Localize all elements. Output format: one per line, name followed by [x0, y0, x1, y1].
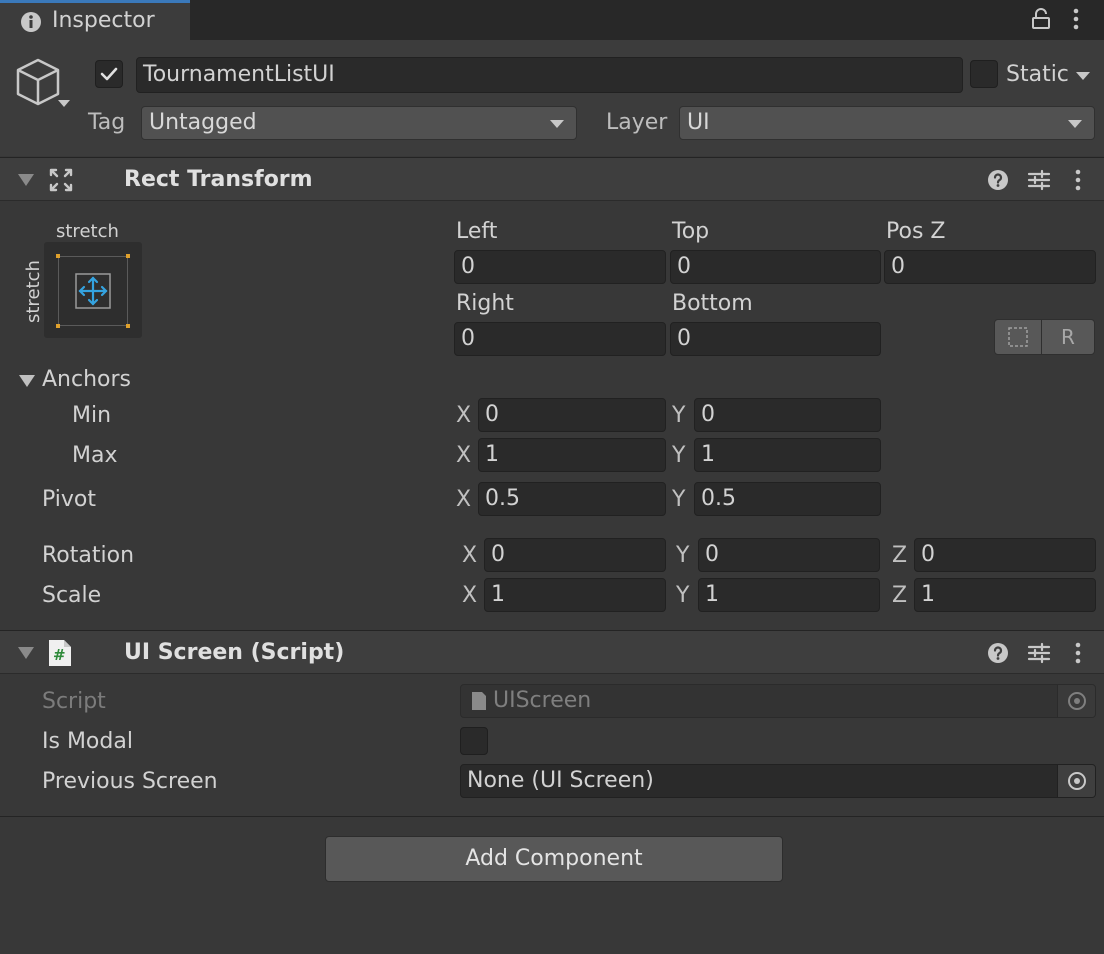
- scale-y-input[interactable]: 1: [698, 578, 880, 612]
- scale-label: Scale: [42, 583, 102, 608]
- anchors-label[interactable]: Anchors: [42, 365, 131, 395]
- script-value: UIScreen: [493, 688, 592, 713]
- script-file-icon: #: [49, 640, 71, 666]
- tab-inspector[interactable]: Inspector: [0, 0, 190, 40]
- presets-icon[interactable]: [1027, 169, 1051, 191]
- layer-value: UI: [687, 110, 710, 135]
- svg-text:#: #: [53, 646, 66, 664]
- more-icon[interactable]: [1072, 7, 1080, 31]
- lock-icon[interactable]: [1031, 8, 1051, 30]
- anchor-min-y-input[interactable]: 0: [694, 398, 881, 432]
- ui-screen-title: UI Screen (Script): [124, 640, 345, 665]
- static-dropdown[interactable]: Static: [1006, 60, 1069, 90]
- rotation-x-input[interactable]: 0: [484, 538, 666, 572]
- scale-z-label: Z: [892, 583, 908, 608]
- help-icon[interactable]: [987, 169, 1009, 191]
- chevron-down-icon: [550, 120, 564, 128]
- previous-screen-value: None (UI Screen): [467, 768, 654, 793]
- rect-transform-header[interactable]: Rect Transform: [0, 157, 1104, 201]
- object-picker-icon: [1068, 692, 1086, 710]
- rotation-label: Rotation: [42, 543, 135, 568]
- foldout-arrow-icon[interactable]: [18, 647, 34, 659]
- rotation-z-label: Z: [892, 543, 908, 568]
- is-modal-label: Is Modal: [42, 729, 133, 754]
- add-component-label: Add Component: [465, 846, 643, 871]
- rotation-z-input[interactable]: 0: [914, 538, 1096, 572]
- add-component-button[interactable]: Add Component: [325, 836, 783, 882]
- pivot-x-label: X: [456, 487, 472, 512]
- object-picker-button[interactable]: [1057, 765, 1095, 797]
- rect-transform-title: Rect Transform: [124, 167, 313, 192]
- script-label: Script: [42, 689, 106, 714]
- left-label: Left: [456, 219, 498, 244]
- stretch-arrows-icon: [75, 273, 111, 309]
- pivot-y-input[interactable]: 0.5: [694, 482, 881, 516]
- posz-input[interactable]: 0: [884, 250, 1096, 284]
- object-picker-icon: [1068, 772, 1086, 790]
- script-field: UIScreen: [460, 684, 1096, 718]
- scale-x-label: X: [462, 583, 478, 608]
- more-icon[interactable]: [1074, 641, 1082, 665]
- foldout-arrow-icon[interactable]: [18, 174, 34, 186]
- static-toggle[interactable]: [970, 60, 998, 88]
- blueprint-mode-button[interactable]: [994, 319, 1042, 355]
- object-name-input[interactable]: TournamentListUI: [136, 57, 963, 93]
- info-icon: [21, 12, 41, 32]
- rotation-y-input[interactable]: 0: [698, 538, 880, 572]
- raw-edit-label: R: [1061, 325, 1075, 349]
- script-file-icon: [472, 692, 486, 710]
- anchor-min-label: Min: [72, 403, 112, 428]
- presets-icon[interactable]: [1027, 642, 1051, 664]
- pivot-y-label: Y: [672, 487, 686, 512]
- gameobject-cube-icon[interactable]: [14, 56, 70, 128]
- anchor-max-x-input[interactable]: 1: [478, 438, 666, 472]
- anchor-preset-button[interactable]: [44, 242, 142, 338]
- chevron-down-icon: [1068, 120, 1082, 128]
- scale-x-input[interactable]: 1: [484, 578, 666, 612]
- right-label: Right: [456, 291, 514, 316]
- tag-value: Untagged: [149, 110, 257, 135]
- rotation-x-label: X: [462, 543, 478, 568]
- anchor-max-label: Max: [72, 443, 118, 468]
- pivot-x-input[interactable]: 0.5: [478, 482, 666, 516]
- static-caret: [1076, 72, 1090, 80]
- help-icon[interactable]: [987, 642, 1009, 664]
- is-modal-checkbox[interactable]: [460, 727, 488, 755]
- pivot-label: Pivot: [42, 487, 97, 512]
- rotation-y-label: Y: [676, 543, 690, 568]
- anchor-min-y-label: Y: [672, 403, 686, 428]
- posz-label: Pos Z: [886, 219, 946, 244]
- bottom-input[interactable]: 0: [670, 322, 881, 356]
- checkmark-icon: [100, 67, 118, 81]
- blueprint-icon: [1008, 327, 1028, 347]
- scale-z-input[interactable]: 1: [914, 578, 1096, 612]
- section-divider: [0, 816, 1104, 817]
- anchor-max-x-label: X: [456, 443, 472, 468]
- scale-y-label: Y: [676, 583, 690, 608]
- top-label: Top: [672, 219, 710, 244]
- rect-transform-icon: [49, 168, 73, 192]
- bottom-label: Bottom: [672, 291, 753, 316]
- tab-bar: Inspector: [0, 0, 1104, 40]
- previous-screen-field[interactable]: None (UI Screen): [460, 764, 1096, 798]
- anchors-foldout-icon[interactable]: [19, 375, 35, 387]
- tab-title: Inspector: [52, 8, 155, 33]
- anchor-max-y-input[interactable]: 1: [694, 438, 881, 472]
- layer-dropdown[interactable]: UI: [679, 106, 1095, 140]
- more-icon[interactable]: [1074, 168, 1082, 192]
- previous-screen-label: Previous Screen: [42, 769, 218, 794]
- active-toggle[interactable]: [95, 60, 123, 88]
- right-input[interactable]: 0: [454, 322, 666, 356]
- ui-screen-header[interactable]: # UI Screen (Script): [0, 630, 1104, 674]
- tag-dropdown[interactable]: Untagged: [141, 106, 577, 140]
- anchor-min-x-label: X: [456, 403, 472, 428]
- tag-label: Tag: [88, 110, 126, 135]
- left-input[interactable]: 0: [454, 250, 666, 284]
- layer-label: Layer: [606, 110, 668, 135]
- anchor-max-y-label: Y: [672, 443, 686, 468]
- top-input[interactable]: 0: [670, 250, 881, 284]
- anchor-min-x-input[interactable]: 0: [478, 398, 666, 432]
- object-header: TournamentListUI Static Tag Untagged Lay…: [0, 40, 1104, 156]
- raw-edit-button[interactable]: R: [1041, 319, 1095, 355]
